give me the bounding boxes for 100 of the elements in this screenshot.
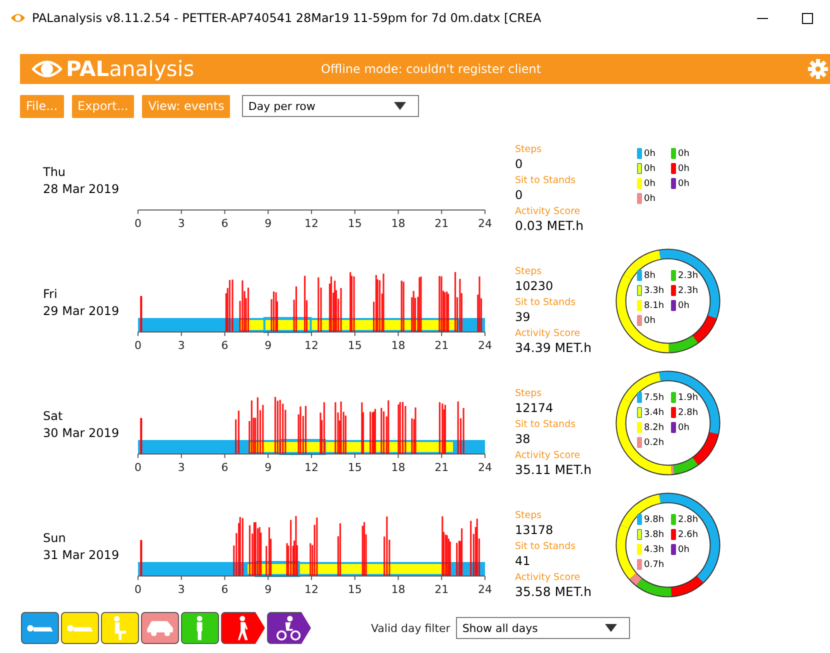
activity-filter-button[interactable] — [21, 612, 59, 644]
maximize-icon[interactable] — [802, 12, 813, 24]
steps-value: 10230 — [515, 278, 554, 294]
steps-label: Steps — [515, 388, 543, 400]
axis-tick-label: 6 — [221, 461, 228, 474]
steps-value: 12174 — [515, 400, 554, 416]
eye-logo-icon — [32, 58, 62, 80]
axis-tick-label: 12 — [304, 461, 318, 474]
sit-to-stands-label: Sit to Stands — [515, 419, 577, 431]
sit-to-stands-value: 0 — [515, 187, 524, 203]
axis-tick-label: 0 — [135, 583, 142, 596]
axis-tick-label: 12 — [304, 217, 318, 230]
activity-filter-button[interactable] — [101, 612, 139, 644]
axis-tick-label: 3 — [178, 339, 185, 352]
activity-filter-button[interactable] — [221, 612, 265, 644]
axis-tick-label: 18 — [391, 583, 406, 596]
activity-score-value: 0.03 MET.h — [515, 218, 585, 234]
weekday-label: Thu — [43, 164, 67, 181]
axis-tick-label: 21 — [434, 583, 449, 596]
legend-value: 8.2h — [644, 422, 664, 432]
axis-tick-label: 0 — [135, 217, 142, 230]
axis-tick-label: 21 — [434, 461, 449, 474]
axis-tick-label: 15 — [348, 339, 362, 352]
axis-tick-label: 15 — [348, 217, 362, 230]
toolbar-button[interactable]: File... — [20, 94, 64, 118]
activity-filter-button[interactable] — [267, 612, 311, 644]
dropdown-arrow-icon — [605, 624, 618, 632]
activity-score-value: 35.58 MET.h — [515, 584, 592, 600]
axis-tick-label: 12 — [304, 583, 318, 596]
legend-value: 2.6h — [678, 530, 698, 540]
legend-value: 0h — [678, 300, 690, 310]
axis-tick-label: 18 — [391, 217, 406, 230]
activity-score-label: Activity Score — [515, 206, 582, 218]
walking-person-icon — [237, 615, 249, 641]
toolbar-button[interactable]: View: events — [142, 94, 230, 118]
axis-tick-label: 24 — [478, 339, 492, 352]
date-label: 28 Mar 2019 — [43, 181, 120, 198]
axis-tick-label: 6 — [221, 217, 228, 230]
axis-tick-label: 18 — [391, 339, 406, 352]
legend-value: 3.4h — [644, 408, 664, 418]
legend-value: 3.8h — [644, 530, 664, 540]
axis-tick-label: 0 — [135, 339, 142, 352]
legend-value: 2.8h — [678, 514, 698, 524]
day-filter-select[interactable]: Show all days — [456, 617, 630, 639]
window-title: PALanalysis v8.11.2.54 - PETTER-AP740541 28Mar19 11-59pm for 7d 0m.datx [CREA — [32, 11, 542, 25]
legend-value: 0h — [644, 148, 656, 158]
axis-tick-label: 9 — [264, 339, 272, 352]
weekday-label: Sat — [43, 408, 64, 425]
weekday-label: Sun — [43, 530, 67, 547]
legend-value: 1.9h — [678, 392, 698, 402]
activity-score-label: Activity Score — [515, 450, 582, 462]
app-icon — [10, 11, 26, 25]
date-label: 30 Mar 2019 — [43, 425, 120, 442]
legend-value: 3.3h — [644, 286, 664, 296]
activity-filter-button[interactable] — [61, 612, 99, 644]
activity-filter-button[interactable] — [141, 612, 179, 644]
view-select[interactable]: Day per row — [242, 95, 420, 117]
car-icon — [146, 620, 174, 636]
sitting-person-icon — [114, 615, 126, 641]
legend-value: 0h — [644, 316, 656, 326]
legend-value: 0.2h — [644, 438, 664, 448]
sit-to-stands-label: Sit to Stands — [515, 541, 577, 553]
axis-tick-label: 24 — [478, 217, 492, 230]
legend-value: 2.3h — [678, 270, 698, 280]
sit-to-stands-label: Sit to Stands — [515, 297, 577, 309]
date-label: 29 Mar 2019 — [43, 303, 120, 320]
axis-tick-label: 3 — [178, 461, 185, 474]
axis-tick-label: 21 — [434, 339, 449, 352]
legend-value: 8h — [644, 270, 656, 280]
weekday-label: Fri — [43, 286, 58, 303]
axis-tick-label: 9 — [264, 583, 272, 596]
axis-tick-label: 9 — [264, 217, 272, 230]
axis-tick-label: 15 — [348, 461, 362, 474]
axis-tick-label: 0 — [135, 461, 142, 474]
lying-person-icon — [26, 624, 54, 632]
axis-tick-label: 3 — [178, 583, 185, 596]
lying-person-icon — [66, 624, 94, 632]
legend-value: 0.7h — [644, 560, 664, 570]
toolbar-button[interactable]: Export... — [72, 94, 134, 118]
standing-person-icon — [196, 615, 204, 641]
legend-value: 0h — [678, 544, 690, 554]
date-label: 31 Mar 2019 — [43, 547, 120, 564]
legend-value: 0h — [678, 422, 690, 432]
status-message: Offline mode: couldn't register client — [320, 62, 542, 76]
activity-filter-button[interactable] — [181, 612, 219, 644]
axis-tick-label: 6 — [221, 583, 228, 596]
cycling-person-icon — [276, 615, 302, 641]
sit-to-stands-value: 39 — [515, 309, 532, 325]
filter-label: Valid day filter — [371, 622, 450, 634]
sit-to-stands-label: Sit to Stands — [515, 175, 577, 187]
axis-tick-label: 3 — [178, 217, 185, 230]
legend-value: 2.3h — [678, 286, 698, 296]
sit-to-stands-value: 41 — [515, 553, 532, 569]
steps-value: 0 — [515, 156, 524, 172]
dropdown-arrow-icon — [394, 102, 406, 110]
legend-value: 0h — [644, 194, 656, 204]
axis-tick-label: 12 — [304, 339, 318, 352]
steps-label: Steps — [515, 266, 543, 278]
axis-tick-label: 21 — [434, 217, 449, 230]
legend-value: 0h — [678, 164, 690, 174]
